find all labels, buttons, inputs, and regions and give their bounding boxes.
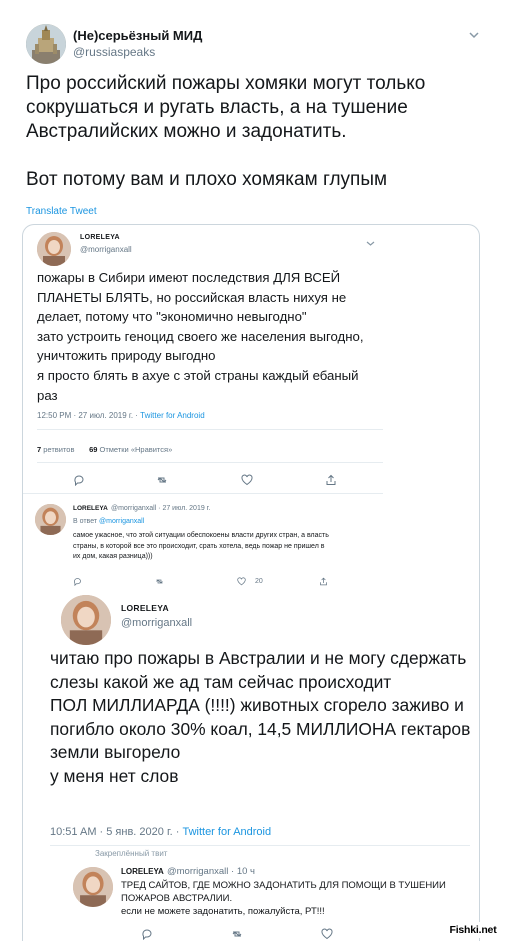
tweet-text: пожары в Сибири имеют последствия ДЛЯ ВС…: [37, 270, 364, 403]
tweet-text: Про российский пожары хомяки могут тольк…: [26, 72, 496, 192]
avatar: [73, 867, 113, 907]
author-avatar[interactable]: [26, 24, 66, 64]
chevron-down-icon[interactable]: [468, 27, 480, 39]
pinned-label: Закреплённый твит: [95, 849, 168, 858]
author-name: LORELEYA: [73, 505, 108, 512]
tweet-text: самое ужасное, что этой ситуации обеспок…: [73, 532, 329, 560]
tweet-timestamp: 12:50 PM · 27 июл. 2019 г. · Twitter for…: [37, 411, 205, 420]
author-name: LORELEYA: [121, 603, 169, 613]
tweet-stats: 7 ретвитов 69 Отметки «Нравится»: [37, 445, 173, 454]
author-handle: @morriganxall: [121, 617, 193, 629]
author-handle: @morriganxall · 10 ч: [167, 866, 255, 877]
divider: [37, 429, 383, 430]
avatar: [61, 595, 111, 645]
heart-icon: [241, 474, 253, 486]
divider: [23, 493, 383, 494]
heart-icon: [321, 928, 333, 940]
retweet-icon: [231, 928, 243, 940]
watermark: Fishki.net: [440, 922, 506, 938]
author-handle: @morriganxall · 27 июл. 2019 г.: [111, 505, 211, 512]
tweet-timestamp: 10:51 AM · 5 янв. 2020 г. · Twitter for …: [50, 826, 272, 838]
translate-tweet-link[interactable]: Translate Tweet: [26, 206, 97, 217]
tweet-text: ТРЕД САЙТОВ, ГДЕ МОЖНО ЗАДОНАТИТЬ ДЛЯ ПО…: [121, 880, 446, 917]
action-bar: [23, 474, 383, 488]
reply-context: В ответ @morriganxall: [73, 518, 145, 525]
tweet-paragraph: Про российский пожары хомяки могут тольк…: [26, 73, 426, 142]
author-name[interactable]: (Не)серьёзный МИД: [73, 28, 202, 43]
share-icon: [319, 577, 328, 586]
divider: [37, 462, 383, 463]
quoted-screenshot: LORELEYA @morriganxall пожары в Сибири и…: [22, 224, 480, 941]
reply-icon: [141, 928, 153, 940]
author-name: LORELEYA: [121, 867, 164, 876]
avatar: [37, 232, 71, 266]
action-bar: [121, 925, 451, 941]
reply-icon: [73, 577, 82, 586]
retweet-icon: [155, 577, 164, 586]
overlay-screenshot: LORELEYA @morriganxall читаю про пожары …: [45, 587, 479, 941]
tweet-text: читаю про пожары в Австралии и не могу с…: [50, 648, 471, 786]
like-count: 20: [255, 578, 263, 585]
author-name: LORELEYA: [80, 234, 120, 241]
avatar: [35, 504, 66, 535]
author-handle[interactable]: @russiaspeaks: [73, 45, 155, 59]
share-icon: [325, 474, 337, 486]
reply-icon: [73, 474, 85, 486]
heart-icon: [237, 577, 246, 586]
retweet-icon: [156, 474, 168, 486]
chevron-down-icon: [366, 234, 375, 246]
divider: [50, 845, 470, 846]
author-handle: @morriganxall: [80, 245, 132, 254]
tweet-paragraph: Вот потому вам и плохо хомякам глупым: [26, 169, 388, 190]
